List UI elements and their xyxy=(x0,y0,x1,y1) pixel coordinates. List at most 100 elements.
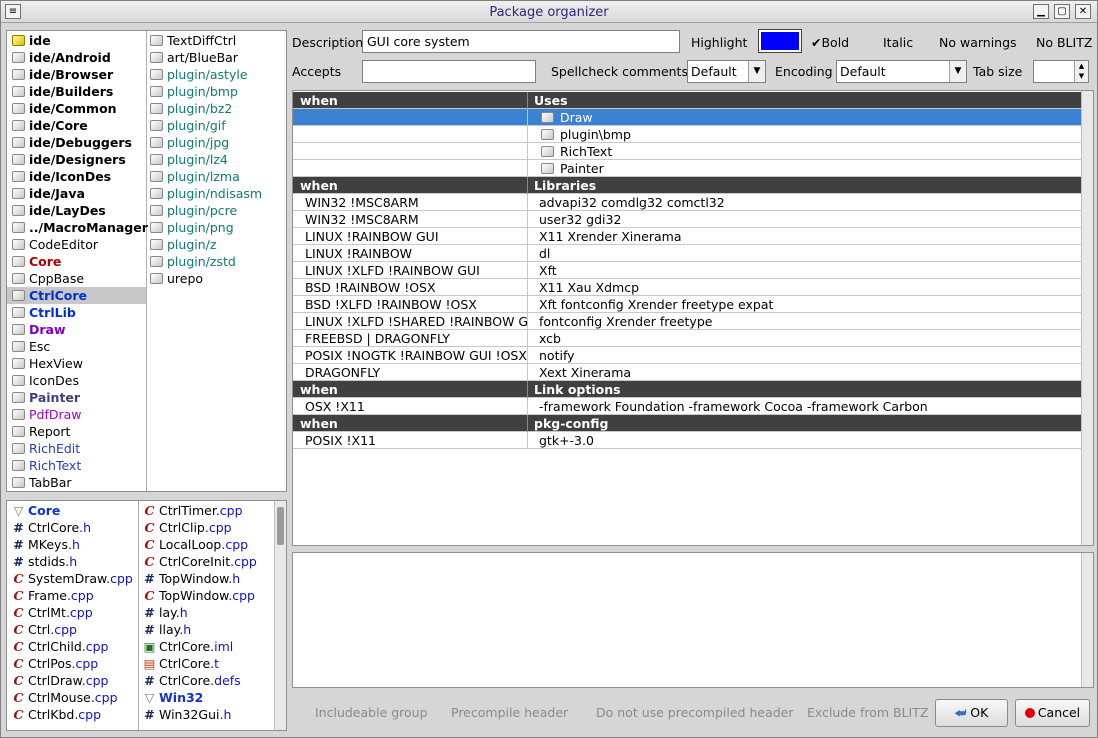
package-item[interactable]: plugin/astyle xyxy=(149,66,248,83)
package-item[interactable]: plugin/pcre xyxy=(149,202,237,219)
grid-row[interactable]: Painter xyxy=(293,160,1081,177)
package-item[interactable]: plugin/zstd xyxy=(149,253,236,270)
package-item[interactable]: plugin/lzma xyxy=(149,168,240,185)
package-item[interactable]: ../MacroManager xyxy=(11,219,148,236)
notes-scrollbar[interactable] xyxy=(1081,553,1093,687)
file-item[interactable]: ▤ CtrlCore.t xyxy=(142,655,219,672)
package-item[interactable]: CppBase xyxy=(11,270,84,287)
file-item[interactable]: C CtrlKbd.cpp xyxy=(11,706,102,723)
minimize-button[interactable]: ▁ xyxy=(1033,4,1049,19)
grid-row[interactable]: Draw xyxy=(293,109,1081,126)
package-list[interactable]: ide ide/Android ide/Browser ide/Builders ide… xyxy=(6,30,287,492)
grid-row[interactable]: DRAGONFLY Xext Xinerama xyxy=(293,364,1081,381)
file-item[interactable]: C CtrlMouse.cpp xyxy=(11,689,118,706)
package-item[interactable]: TabBar xyxy=(11,474,72,491)
package-item[interactable]: IconDes xyxy=(11,372,79,389)
package-item[interactable]: RichText xyxy=(11,457,81,474)
package-item[interactable]: plugin/gif xyxy=(149,117,226,134)
package-item[interactable]: ide xyxy=(11,32,51,49)
package-item[interactable]: Draw xyxy=(11,321,66,338)
accepts-input[interactable] xyxy=(362,60,536,83)
package-item[interactable]: plugin/png xyxy=(149,219,234,236)
package-item[interactable]: CtrlCore xyxy=(7,287,146,304)
file-item[interactable]: # CtrlCore.h xyxy=(11,519,91,536)
package-item[interactable]: plugin/bz2 xyxy=(149,100,232,117)
close-button[interactable]: ✕ xyxy=(1075,4,1091,19)
uses-libraries-grid[interactable]: when Uses Draw plugin\bmp RichText Painter whe… xyxy=(292,90,1094,546)
grid-row[interactable]: WIN32 !MSC8ARM user32 gdi32 xyxy=(293,211,1081,228)
file-item[interactable]: C Ctrl.cpp xyxy=(11,621,77,638)
package-item[interactable]: Painter xyxy=(11,389,80,406)
package-item[interactable]: ide/Debuggers xyxy=(11,134,132,151)
file-item[interactable]: C CtrlClip.cpp xyxy=(142,519,232,536)
cancel-button[interactable]: Cancel xyxy=(1015,699,1090,727)
grid-row[interactable]: LINUX !XLFD !RAINBOW GUI Xft xyxy=(293,262,1081,279)
file-item[interactable]: C TopWindow.cpp xyxy=(142,587,255,604)
package-item[interactable]: plugin/jpg xyxy=(149,134,229,151)
highlight-color-picker[interactable] xyxy=(758,29,802,53)
file-list-scrollbar[interactable] xyxy=(274,501,286,730)
package-item[interactable]: Core xyxy=(11,253,61,270)
package-item[interactable]: ide/Android xyxy=(11,49,111,66)
file-item[interactable]: # lay.h xyxy=(142,604,187,621)
file-item[interactable]: C SystemDraw.cpp xyxy=(11,570,133,587)
package-item[interactable]: ide/Core xyxy=(11,117,88,134)
spinner-arrows-icon[interactable]: ▲ ▼ xyxy=(1074,61,1088,82)
ok-button[interactable]: ⮨ OK xyxy=(935,699,1008,727)
grid-row[interactable]: POSIX !X11 gtk+-3.0 xyxy=(293,432,1081,449)
package-item[interactable]: ide/Browser xyxy=(11,66,113,83)
dropdown-arrow-icon[interactable]: ▼ xyxy=(949,61,966,82)
package-item[interactable]: art/BlueBar xyxy=(149,49,238,66)
file-item[interactable]: C CtrlTimer.cpp xyxy=(142,502,243,519)
file-item[interactable]: C Frame.cpp xyxy=(11,587,94,604)
grid-row[interactable]: FREEBSD | DRAGONFLY xcb xyxy=(293,330,1081,347)
italic-option[interactable]: Italic xyxy=(883,35,913,50)
file-item[interactable]: # Win32Gui.h xyxy=(142,706,231,723)
no-warnings-option[interactable]: No warnings xyxy=(939,35,1017,50)
file-item[interactable]: C LocalLoop.cpp xyxy=(142,536,249,553)
no-precompiled-header-option[interactable]: Do not use precompiled header xyxy=(596,705,794,720)
dropdown-arrow-icon[interactable]: ▼ xyxy=(748,61,765,82)
package-item[interactable]: urepo xyxy=(149,270,203,287)
file-item[interactable]: # stdids.h xyxy=(11,553,77,570)
description-input[interactable]: GUI core system xyxy=(362,30,680,53)
grid-row[interactable]: LINUX !RAINBOW GUI X11 Xrender Xinerama xyxy=(293,228,1081,245)
maximize-button[interactable]: ▢ xyxy=(1054,4,1070,19)
notes-textarea[interactable] xyxy=(292,552,1094,688)
bold-option[interactable]: ✔Bold xyxy=(811,35,849,50)
package-item[interactable]: ide/LayDes xyxy=(11,202,106,219)
grid-row[interactable]: WIN32 !MSC8ARM advapi32 comdlg32 comctl32 xyxy=(293,194,1081,211)
file-item[interactable]: C CtrlMt.cpp xyxy=(11,604,93,621)
file-item[interactable]: # TopWindow.h xyxy=(142,570,240,587)
package-item[interactable]: Report xyxy=(11,423,70,440)
title-bar[interactable]: ≡ Package organizer ▁ ▢ ✕ xyxy=(1,1,1097,23)
tab-size-spinner[interactable]: ▲ ▼ xyxy=(1033,60,1089,83)
grid-scrollbar[interactable] xyxy=(1081,91,1093,545)
encoding-select[interactable]: Default ▼ xyxy=(836,60,967,83)
file-item[interactable]: ▣ CtrlCore.iml xyxy=(142,638,234,655)
grid-row[interactable]: BSD !XLFD !RAINBOW !OSX Xft fontconfig Xr… xyxy=(293,296,1081,313)
file-item[interactable]: ▽ Core xyxy=(11,502,61,519)
package-item[interactable]: ide/Builders xyxy=(11,83,113,100)
file-item[interactable]: # MKeys.h xyxy=(11,536,80,553)
package-item[interactable]: ide/Common xyxy=(11,100,117,117)
package-item[interactable]: plugin/bmp xyxy=(149,83,238,100)
package-item[interactable]: ide/IconDes xyxy=(11,168,111,185)
no-blitz-option[interactable]: No BLITZ xyxy=(1036,35,1092,50)
exclude-blitz-option[interactable]: Exclude from BLITZ xyxy=(807,705,928,720)
grid-row[interactable]: LINUX !XLFD !SHARED !RAINBOW GUI fontconf… xyxy=(293,313,1081,330)
precompile-header-option[interactable]: Precompile header xyxy=(451,705,568,720)
package-item[interactable]: CodeEditor xyxy=(11,236,98,253)
package-item[interactable]: RichEdit xyxy=(11,440,80,457)
file-list[interactable]: ▽ Core # CtrlCore.h # MKeys.h # stdids.h C System… xyxy=(6,500,287,731)
package-item[interactable]: plugin/lz4 xyxy=(149,151,228,168)
package-item[interactable]: ide/Designers xyxy=(11,151,126,168)
file-item[interactable]: # llay.h xyxy=(142,621,191,638)
package-item[interactable]: TextDiffCtrl xyxy=(149,32,236,49)
grid-row[interactable]: POSIX !NOGTK !RAINBOW GUI !OSX notify xyxy=(293,347,1081,364)
package-item[interactable]: Esc xyxy=(11,338,50,355)
file-item[interactable]: C CtrlChild.cpp xyxy=(11,638,109,655)
file-item[interactable]: C CtrlCoreInit.cpp xyxy=(142,553,257,570)
grid-row[interactable]: OSX !X11 -framework Foundation -framework… xyxy=(293,398,1081,415)
package-item[interactable]: CtrlLib xyxy=(11,304,76,321)
